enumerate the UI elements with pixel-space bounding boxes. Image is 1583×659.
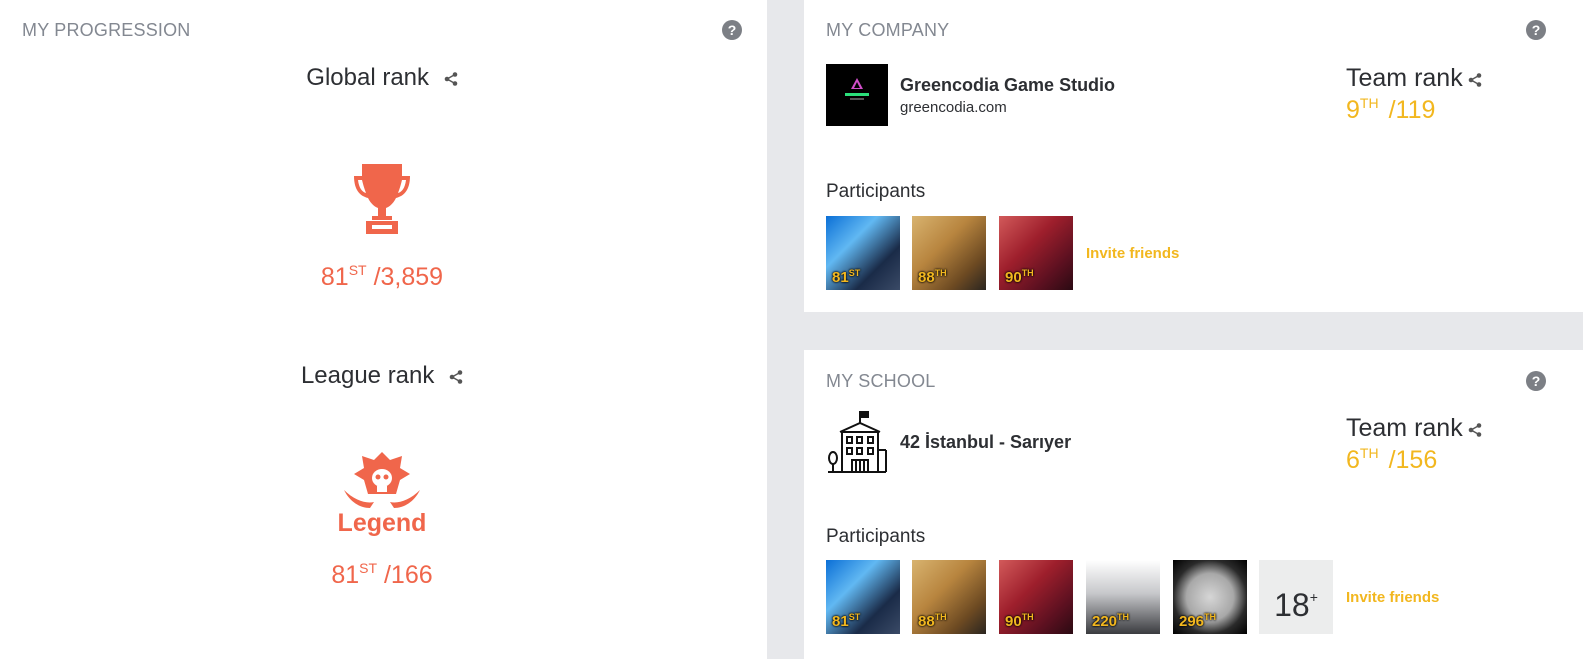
school-team-rank-value: 6TH/156 [1346, 445, 1437, 475]
school-building-icon [826, 410, 888, 474]
company-logo [826, 64, 888, 126]
participant-rank: 296TH [1179, 612, 1217, 630]
progression-panel: MY PROGRESSION ? Global rank 81ST /3,859… [0, 0, 767, 659]
participant-rank: 90TH [1005, 268, 1034, 286]
company-team-rank-value: 9TH/119 [1346, 95, 1435, 125]
participant-rank: 81ST [832, 612, 861, 630]
league-rank-value: 81ST /166 [232, 560, 532, 590]
participants-label: Participants [826, 526, 926, 547]
section-title: MY COMPANY [826, 20, 950, 40]
help-icon[interactable]: ? [722, 20, 742, 40]
participant-rank: 88TH [918, 612, 947, 630]
help-icon[interactable]: ? [1526, 20, 1546, 40]
global-rank-number: 81 [320, 263, 349, 291]
section-title: MY SCHOOL [826, 371, 936, 391]
team-rank-suffix: TH [1359, 95, 1379, 111]
participant-avatar[interactable]: 220TH [1086, 560, 1160, 634]
team-rank-total: /119 [1388, 96, 1436, 124]
company-url[interactable]: greencodia.com [900, 99, 1007, 116]
league-rank-number: 81 [331, 561, 360, 589]
team-rank-heading: Team rank [1346, 64, 1482, 94]
team-rank-heading: Team rank [1346, 414, 1482, 444]
section-title: MY PROGRESSION [22, 20, 191, 40]
participant-rank: 88TH [918, 268, 947, 286]
league-rank-suffix: ST [359, 560, 378, 576]
team-rank-label: Team rank [1346, 64, 1463, 92]
league-rank-total: /166 [383, 561, 433, 589]
global-rank-label: Global rank [306, 64, 430, 91]
league-emblem-icon [340, 450, 424, 510]
participant-rank: 220TH [1092, 612, 1130, 630]
team-rank-number: 6 [1346, 446, 1360, 474]
participant-avatar[interactable]: 90TH [999, 560, 1073, 634]
share-icon[interactable] [449, 363, 463, 391]
team-rank-total: /156 [1388, 446, 1438, 474]
team-rank-label: Team rank [1346, 414, 1463, 442]
share-icon[interactable] [1468, 415, 1482, 444]
league-rank-heading: League rank [200, 362, 564, 391]
company-panel: MY COMPANY ? Greencodia Game Studio gree… [804, 0, 1583, 312]
global-rank-total: /3,859 [373, 263, 444, 291]
more-participants-button[interactable]: 18+ [1259, 560, 1333, 634]
participant-avatar[interactable]: 90TH [999, 216, 1073, 290]
share-icon[interactable] [444, 65, 458, 93]
more-participants-count: 18 [1274, 587, 1310, 623]
team-rank-number: 9 [1346, 96, 1360, 124]
global-rank-suffix: ST [348, 262, 367, 278]
participants-label: Participants [826, 181, 926, 202]
participant-rank: 81ST [832, 268, 861, 286]
global-rank-value: 81ST /3,859 [232, 262, 532, 292]
team-rank-suffix: TH [1359, 445, 1379, 461]
league-name: Legend [337, 509, 427, 537]
participant-avatar[interactable]: 81ST [826, 216, 900, 290]
participant-rank: 90TH [1005, 612, 1034, 630]
help-icon[interactable]: ? [1526, 371, 1546, 391]
invite-friends-link[interactable]: Invite friends [1346, 589, 1439, 606]
participant-avatar[interactable]: 296TH [1173, 560, 1247, 634]
share-icon[interactable] [1468, 65, 1482, 94]
company-name[interactable]: Greencodia Game Studio [900, 75, 1115, 96]
more-participants-suffix: + [1309, 589, 1318, 605]
global-rank-heading: Global rank [200, 64, 564, 93]
participant-avatar[interactable]: 88TH [912, 216, 986, 290]
school-panel: MY SCHOOL ? 42 İstanbul - Sarıyer Team r… [804, 350, 1583, 659]
participant-avatar[interactable]: 81ST [826, 560, 900, 634]
participant-avatar[interactable]: 88TH [912, 560, 986, 634]
school-name[interactable]: 42 İstanbul - Sarıyer [900, 432, 1071, 453]
trophy-icon [352, 162, 412, 234]
invite-friends-link[interactable]: Invite friends [1086, 245, 1179, 262]
league-rank-label: League rank [300, 362, 435, 389]
